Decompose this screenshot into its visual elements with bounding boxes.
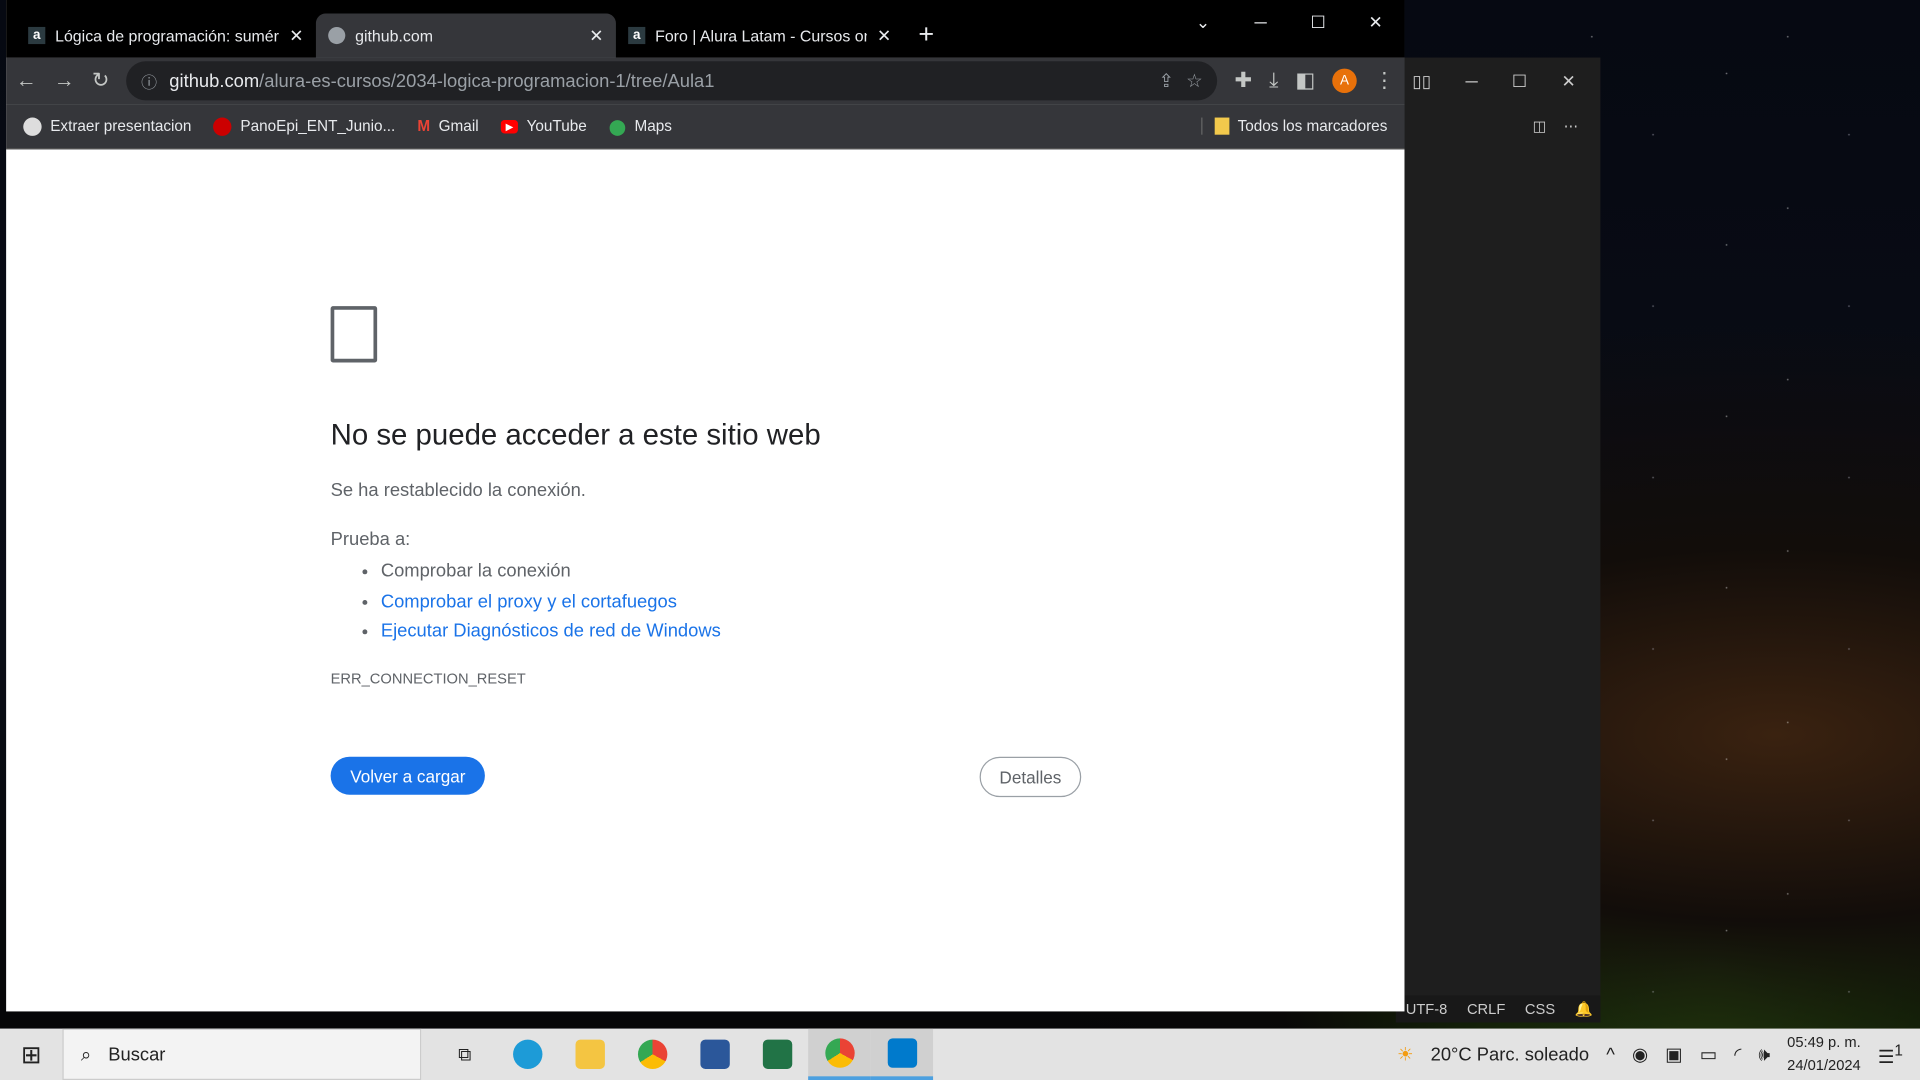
red-circle-icon: [213, 116, 232, 136]
bookmark-maps[interactable]: ⬤ Maps: [608, 117, 672, 136]
share-icon[interactable]: ⇪: [1159, 70, 1174, 92]
bookmarks-bar: Extraer presentacion PanoEpi_ENT_Junio..…: [6, 104, 1405, 150]
vscode-icon[interactable]: [870, 1028, 934, 1080]
minimize-button[interactable]: ─: [1232, 0, 1290, 44]
taskbar-search[interactable]: ⌕ Buscar: [62, 1028, 422, 1080]
forward-icon[interactable]: →: [54, 69, 75, 93]
avatar[interactable]: A: [1332, 68, 1357, 94]
details-button[interactable]: Detalles: [979, 756, 1082, 798]
weather-icon[interactable]: ☀: [1397, 1043, 1413, 1065]
file-explorer-icon[interactable]: [558, 1029, 620, 1080]
clock[interactable]: 05:49 p. m. 24/01/2024: [1787, 1031, 1861, 1078]
error-message: Se ha restablecido la conexión.: [330, 480, 586, 501]
record-icon[interactable]: ◉: [1632, 1043, 1648, 1065]
vscode-window: ▯▯ ─ ☐ ✕ ◫ ⋯ UTF-8 CRLF CSS 🔔: [1395, 57, 1601, 1023]
tab-github[interactable]: github.com ✕: [315, 13, 616, 58]
chrome-icon[interactable]: [621, 1029, 683, 1080]
start-button[interactable]: ⊞: [0, 1029, 62, 1080]
bookmark-youtube[interactable]: ▶ YouTube: [500, 118, 587, 135]
word-icon[interactable]: [683, 1029, 745, 1080]
bell-icon[interactable]: 🔔: [1575, 1000, 1593, 1017]
try-label: Prueba a:: [330, 528, 411, 550]
weather-text[interactable]: 20°C Parc. soleado: [1431, 1044, 1589, 1065]
sad-page-icon: [330, 306, 378, 363]
suggestions-list: Comprobar la conexión Comprobar el proxy…: [381, 557, 721, 647]
close-button[interactable]: ✕: [1562, 70, 1576, 91]
close-button[interactable]: ✕: [1347, 0, 1405, 44]
status-language[interactable]: CSS: [1525, 1000, 1555, 1017]
search-icon: ⌕: [80, 1043, 92, 1065]
side-panel-icon[interactable]: ◧: [1295, 69, 1315, 93]
status-encoding[interactable]: UTF-8: [1406, 1000, 1448, 1017]
layout-icon[interactable]: ▯▯: [1412, 70, 1431, 91]
address-bar[interactable]: ⓘ github.com/alura-es-cursos/2034-logica…: [126, 61, 1218, 101]
suggestion-check-proxy-link[interactable]: Comprobar el proxy y el cortafuegos: [381, 591, 677, 612]
chevron-up-icon[interactable]: ^: [1606, 1044, 1615, 1065]
battery-icon[interactable]: ▭: [1700, 1043, 1717, 1065]
tab-foro[interactable]: aForo | Alura Latam - Cursos online✕: [616, 13, 904, 57]
status-eol[interactable]: CRLF: [1467, 1000, 1505, 1017]
toolbar: ← → ↻ ⓘ github.com/alura-es-cursos/2034-…: [6, 57, 1405, 105]
tab-strip: a Lógica de programación: suméroe ✕ github…: [6, 0, 1405, 58]
error-page: No se puede acceder a este sitio web Se …: [6, 149, 1404, 1010]
folder-icon: [1214, 117, 1230, 135]
wifi-icon[interactable]: ◜: [1734, 1043, 1741, 1065]
reload-icon[interactable]: ↻: [92, 69, 109, 93]
tab-logica[interactable]: a Lógica de programación: suméroe ✕: [16, 13, 316, 57]
app-tray-icon[interactable]: ▣: [1665, 1043, 1682, 1065]
maximize-button[interactable]: ☐: [1512, 70, 1527, 91]
minimize-button[interactable]: ─: [1465, 71, 1477, 91]
menu-icon[interactable]: ⋮: [1374, 69, 1395, 93]
close-tab-icon[interactable]: ✕: [589, 25, 603, 46]
info-icon[interactable]: ⓘ: [141, 69, 157, 92]
tab-search-icon[interactable]: ⌄: [1174, 0, 1232, 44]
excel-icon[interactable]: [746, 1029, 808, 1080]
new-tab-button[interactable]: +: [904, 18, 949, 57]
maximize-button[interactable]: ☐: [1289, 0, 1347, 44]
chrome-profile-icon[interactable]: [808, 1028, 871, 1080]
maps-icon: ⬤: [608, 118, 626, 136]
extensions-icon[interactable]: ✚: [1234, 69, 1251, 93]
globe-icon: [23, 116, 42, 136]
taskbar: ⊞ ⌕ Buscar ⧉ ☀ 20°C Parc. soleado ^ ◉ ▣ ▭…: [0, 1028, 1920, 1080]
volume-icon[interactable]: 🕪: [1758, 1044, 1770, 1065]
edge-icon[interactable]: [496, 1029, 558, 1080]
alura-icon: a: [28, 26, 46, 45]
bookmark-gmail[interactable]: M Gmail: [417, 118, 478, 135]
suggestion-diagnostics-link[interactable]: Ejecutar Diagnósticos de red de Windows: [381, 621, 721, 642]
download-icon[interactable]: ⤓: [1269, 69, 1278, 93]
suggestion-check-connection: Comprobar la conexión: [381, 557, 721, 587]
task-view-icon[interactable]: ⧉: [433, 1029, 495, 1080]
globe-icon: [328, 26, 346, 45]
bookmark-extraer[interactable]: Extraer presentacion: [23, 116, 191, 136]
alura-icon: a: [628, 26, 646, 45]
split-editor-icon[interactable]: ◫: [1533, 118, 1547, 135]
close-tab-icon[interactable]: ✕: [877, 25, 891, 46]
reload-button[interactable]: Volver a cargar: [330, 756, 486, 795]
all-bookmarks[interactable]: Todos los marcadores: [1200, 117, 1387, 135]
close-tab-icon[interactable]: ✕: [289, 25, 303, 46]
star-icon[interactable]: ☆: [1186, 70, 1202, 92]
back-icon[interactable]: ←: [16, 69, 37, 93]
error-title: No se puede acceder a este sitio web: [330, 418, 821, 452]
youtube-icon: ▶: [500, 119, 519, 133]
chrome-window: a Lógica de programación: suméroe ✕ github…: [6, 0, 1405, 1012]
bookmark-panoepi[interactable]: PanoEpi_ENT_Junio...: [213, 116, 395, 136]
notifications-icon[interactable]: ☰1: [1878, 1041, 1903, 1067]
gmail-icon: M: [417, 117, 431, 135]
more-icon[interactable]: ⋯: [1564, 118, 1579, 135]
error-code: ERR_CONNECTION_RESET: [330, 669, 526, 687]
